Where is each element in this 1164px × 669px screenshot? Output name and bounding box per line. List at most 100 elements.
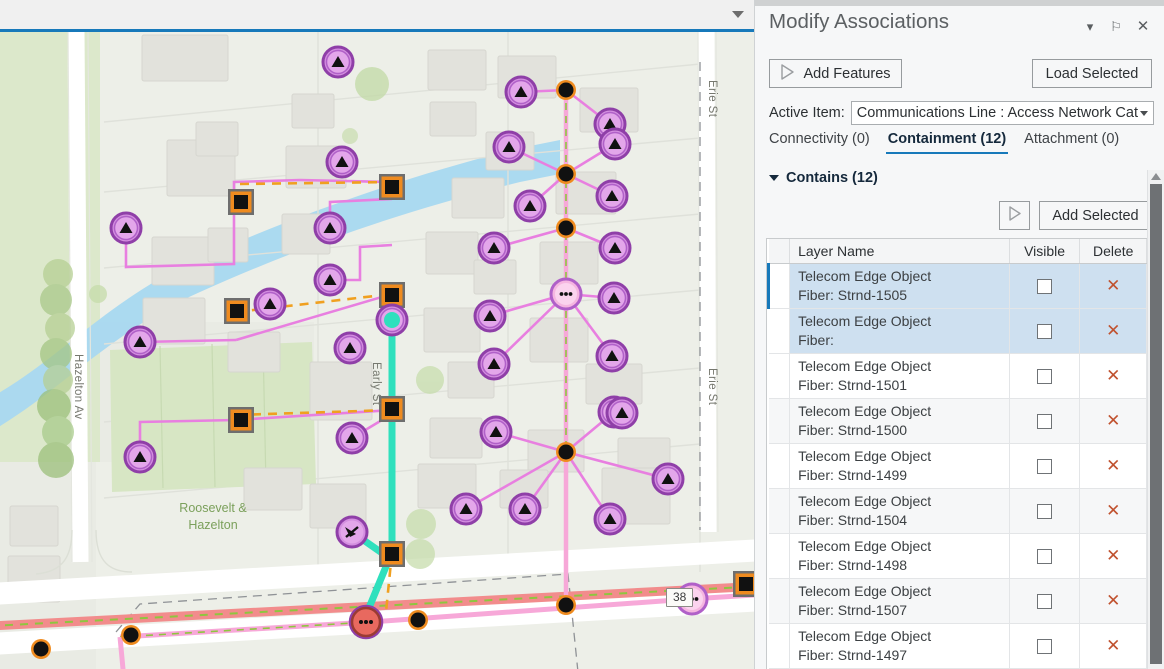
delete-row-icon[interactable]: ✕	[1106, 546, 1120, 565]
visible-checkbox[interactable]	[1037, 548, 1053, 564]
layer-name-line2: Fiber: Strnd-1498	[798, 556, 908, 573]
active-item-label: Active Item:	[769, 105, 845, 121]
cell-layer-name: Telecom Edge Object Fiber: Strnd-1500	[789, 398, 1010, 444]
table-row[interactable]: Telecom Edge Object Fiber: Strnd-1500 ✕	[768, 398, 1147, 444]
add-selected-button[interactable]: Add Selected	[1039, 201, 1152, 230]
table-header-layer-name[interactable]: Layer Name	[789, 239, 1010, 264]
delete-row-icon[interactable]: ✕	[1106, 591, 1120, 610]
cell-delete: ✕	[1079, 398, 1147, 444]
table-row[interactable]: Telecom Edge Object Fiber: ✕	[768, 308, 1147, 354]
active-item-value: Communications Line : Access Network Cat	[856, 105, 1138, 121]
contains-section-header[interactable]: Contains (12)	[769, 170, 878, 186]
associations-table: Layer Name Visible Delete Telecom Edge O…	[767, 239, 1147, 669]
delete-row-icon[interactable]: ✕	[1106, 366, 1120, 385]
visible-checkbox[interactable]	[1037, 368, 1053, 384]
close-icon[interactable]: ✕	[1134, 18, 1152, 36]
panel-scrollbar[interactable]	[1147, 170, 1164, 669]
menu-icon[interactable]: ▾	[1081, 18, 1099, 36]
layer-name-line2: Fiber:	[798, 331, 834, 348]
delete-row-icon[interactable]: ✕	[1106, 321, 1120, 340]
cell-visible	[1009, 443, 1081, 489]
table-row[interactable]: Telecom Edge Object Fiber: Strnd-1501 ✕	[768, 353, 1147, 399]
layer-name-line2: Fiber: Strnd-1501	[798, 376, 908, 393]
visible-checkbox[interactable]	[1037, 323, 1053, 339]
cell-delete: ✕	[1079, 533, 1147, 579]
chevron-down-icon[interactable]	[1140, 111, 1148, 116]
layer-name-line2: Fiber: Strnd-1507	[798, 601, 908, 618]
table-row[interactable]: Telecom Edge Object Fiber: Strnd-1504 ✕	[768, 488, 1147, 534]
pin-icon[interactable]: ⚐	[1107, 18, 1125, 36]
row-indicator	[768, 308, 791, 354]
delete-row-icon[interactable]: ✕	[1106, 276, 1120, 295]
delete-row-icon[interactable]: ✕	[1106, 636, 1120, 655]
cell-visible	[1009, 488, 1081, 534]
visible-checkbox[interactable]	[1037, 593, 1053, 609]
cell-visible	[1009, 398, 1081, 444]
tab-connectivity[interactable]: Connectivity (0)	[767, 131, 872, 152]
table-row[interactable]: Telecom Edge Object Fiber: Strnd-1497 ✕	[768, 623, 1147, 669]
table-header-row: Layer Name Visible Delete	[768, 239, 1147, 264]
visible-checkbox[interactable]	[1037, 278, 1053, 294]
visible-checkbox[interactable]	[1037, 458, 1053, 474]
row-indicator	[768, 353, 791, 399]
row-indicator	[768, 488, 791, 534]
layer-name-line1: Telecom Edge Object	[798, 582, 932, 599]
row-indicator	[768, 443, 791, 489]
park-label: Roosevelt & Hazelton	[179, 501, 247, 532]
table-header-delete[interactable]: Delete	[1079, 239, 1147, 264]
associations-table-body: Telecom Edge Object Fiber: Strnd-1505 ✕ Tel…	[767, 263, 1147, 669]
visible-checkbox[interactable]	[1037, 413, 1053, 429]
table-row[interactable]: Telecom Edge Object Fiber: Strnd-1498 ✕	[768, 533, 1147, 579]
load-selected-button[interactable]: Load Selected	[1032, 59, 1152, 88]
row-indicator	[768, 578, 791, 624]
table-row[interactable]: Telecom Edge Object Fiber: Strnd-1505 ✕	[767, 263, 1147, 309]
add-features-button[interactable]: Add Features	[769, 59, 902, 88]
cell-delete: ✕	[1079, 578, 1147, 624]
tab-containment[interactable]: Containment (12)	[885, 131, 1009, 154]
visible-checkbox[interactable]	[1037, 638, 1053, 654]
cell-layer-name: Telecom Edge Object Fiber: Strnd-1497	[789, 623, 1010, 669]
cell-layer-name: Telecom Edge Object Fiber: Strnd-1505	[789, 263, 1010, 309]
tab-attachment[interactable]: Attachment (0)	[1022, 131, 1121, 152]
chevron-down-icon[interactable]	[732, 11, 744, 18]
map-pane[interactable]: Hazelton Av Early St Erie St Erie St Roo…	[0, 0, 754, 669]
layer-name-line1: Telecom Edge Object	[798, 492, 932, 509]
row-indicator	[768, 533, 791, 579]
layer-name-line2: Fiber: Strnd-1500	[798, 421, 908, 438]
layer-name-line2: Fiber: Strnd-1497	[798, 646, 908, 663]
cell-visible	[1009, 353, 1081, 399]
cell-delete: ✕	[1079, 443, 1147, 489]
layer-name-line1: Telecom Edge Object	[798, 357, 932, 374]
active-item-dropdown[interactable]: Communications Line : Access Network Cat	[850, 101, 1154, 125]
add-features-label: Add Features	[803, 65, 891, 82]
row-indicator	[768, 398, 791, 444]
map-canvas[interactable]: Hazelton Av Early St Erie St Erie St Roo…	[0, 32, 754, 669]
cell-visible	[1009, 263, 1081, 309]
layer-name-line1: Telecom Edge Object	[798, 267, 932, 284]
associations-table-container[interactable]: Layer Name Visible Delete Telecom Edge O…	[766, 238, 1147, 669]
chevron-down-icon	[769, 175, 779, 181]
delete-row-icon[interactable]: ✕	[1106, 501, 1120, 520]
table-row[interactable]: Telecom Edge Object Fiber: Strnd-1507 ✕	[768, 578, 1147, 624]
table-row[interactable]: Telecom Edge Object Fiber: Strnd-1499 ✕	[768, 443, 1147, 489]
visible-checkbox[interactable]	[1037, 503, 1053, 519]
layer-name-line1: Telecom Edge Object	[798, 447, 932, 464]
panel-header: Modify Associations ▾ ⚐ ✕	[755, 6, 1164, 44]
row-indicator	[768, 623, 791, 669]
layer-name-line2: Fiber: Strnd-1499	[798, 466, 908, 483]
pointer-arrow-icon	[1008, 206, 1022, 225]
layer-name-line2: Fiber: Strnd-1505	[798, 286, 908, 303]
delete-row-icon[interactable]: ✕	[1106, 456, 1120, 475]
delete-row-icon[interactable]: ✕	[1106, 411, 1120, 430]
cell-delete: ✕	[1079, 353, 1147, 399]
cell-layer-name: Telecom Edge Object Fiber:	[789, 308, 1010, 354]
scroll-up-arrow-icon[interactable]	[1151, 173, 1161, 180]
scrollbar-thumb[interactable]	[1150, 184, 1162, 664]
select-tool-button[interactable]	[999, 201, 1030, 230]
route-shield-38: 38	[666, 588, 694, 607]
cell-layer-name: Telecom Edge Object Fiber: Strnd-1498	[789, 533, 1010, 579]
association-tabs: Connectivity (0) Containment (12) Attach…	[767, 131, 1157, 157]
cell-visible	[1009, 578, 1081, 624]
table-header-visible[interactable]: Visible	[1009, 239, 1081, 264]
cell-delete: ✕	[1079, 488, 1147, 534]
